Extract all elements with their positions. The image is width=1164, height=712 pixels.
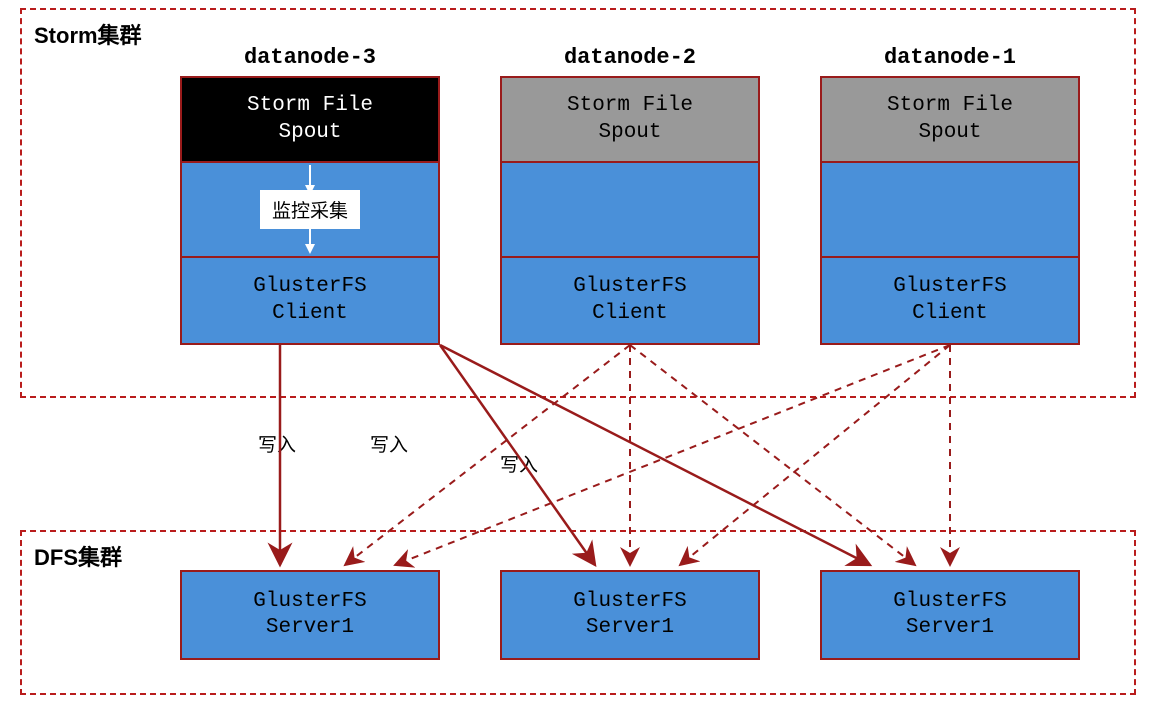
datanode-2-mid — [502, 163, 758, 258]
datanode-3-mid: 监控采集 — [182, 163, 438, 258]
datanode-3-box: Storm File Spout 监控采集 GlusterFS Client — [180, 76, 440, 345]
datanode-1-spout: Storm File Spout — [822, 78, 1078, 163]
datanode-2-box: Storm File Spout GlusterFS Client — [500, 76, 760, 345]
datanode-3-spout: Storm File Spout — [182, 78, 438, 163]
datanode-1-group: datanode-1 Storm File Spout GlusterFS Cl… — [820, 45, 1080, 345]
datanode-2-group: datanode-2 Storm File Spout GlusterFS Cl… — [500, 45, 760, 345]
datanode-2-title: datanode-2 — [500, 45, 760, 70]
glusterfs-server-1: GlusterFS Server1 — [180, 570, 440, 660]
datanode-3-title: datanode-3 — [180, 45, 440, 70]
datanode-1-box: Storm File Spout GlusterFS Client — [820, 76, 1080, 345]
write-label-1: 写入 — [258, 430, 296, 457]
datanode-1-client: GlusterFS Client — [822, 258, 1078, 343]
storm-cluster-label: Storm集群 — [34, 18, 142, 50]
datanode-2-client: GlusterFS Client — [502, 258, 758, 343]
datanode-3-client: GlusterFS Client — [182, 258, 438, 343]
datanode-1-mid — [822, 163, 1078, 258]
datanode-2-spout: Storm File Spout — [502, 78, 758, 163]
write-label-2: 写入 — [370, 430, 408, 457]
write-label-3: 写入 — [500, 450, 538, 477]
glusterfs-server-2: GlusterFS Server1 — [500, 570, 760, 660]
datanode-1-title: datanode-1 — [820, 45, 1080, 70]
glusterfs-server-3: GlusterFS Server1 — [820, 570, 1080, 660]
datanode-3-group: datanode-3 Storm File Spout 监控采集 Gluster… — [180, 45, 440, 345]
dfs-cluster-label: DFS集群 — [34, 540, 122, 572]
